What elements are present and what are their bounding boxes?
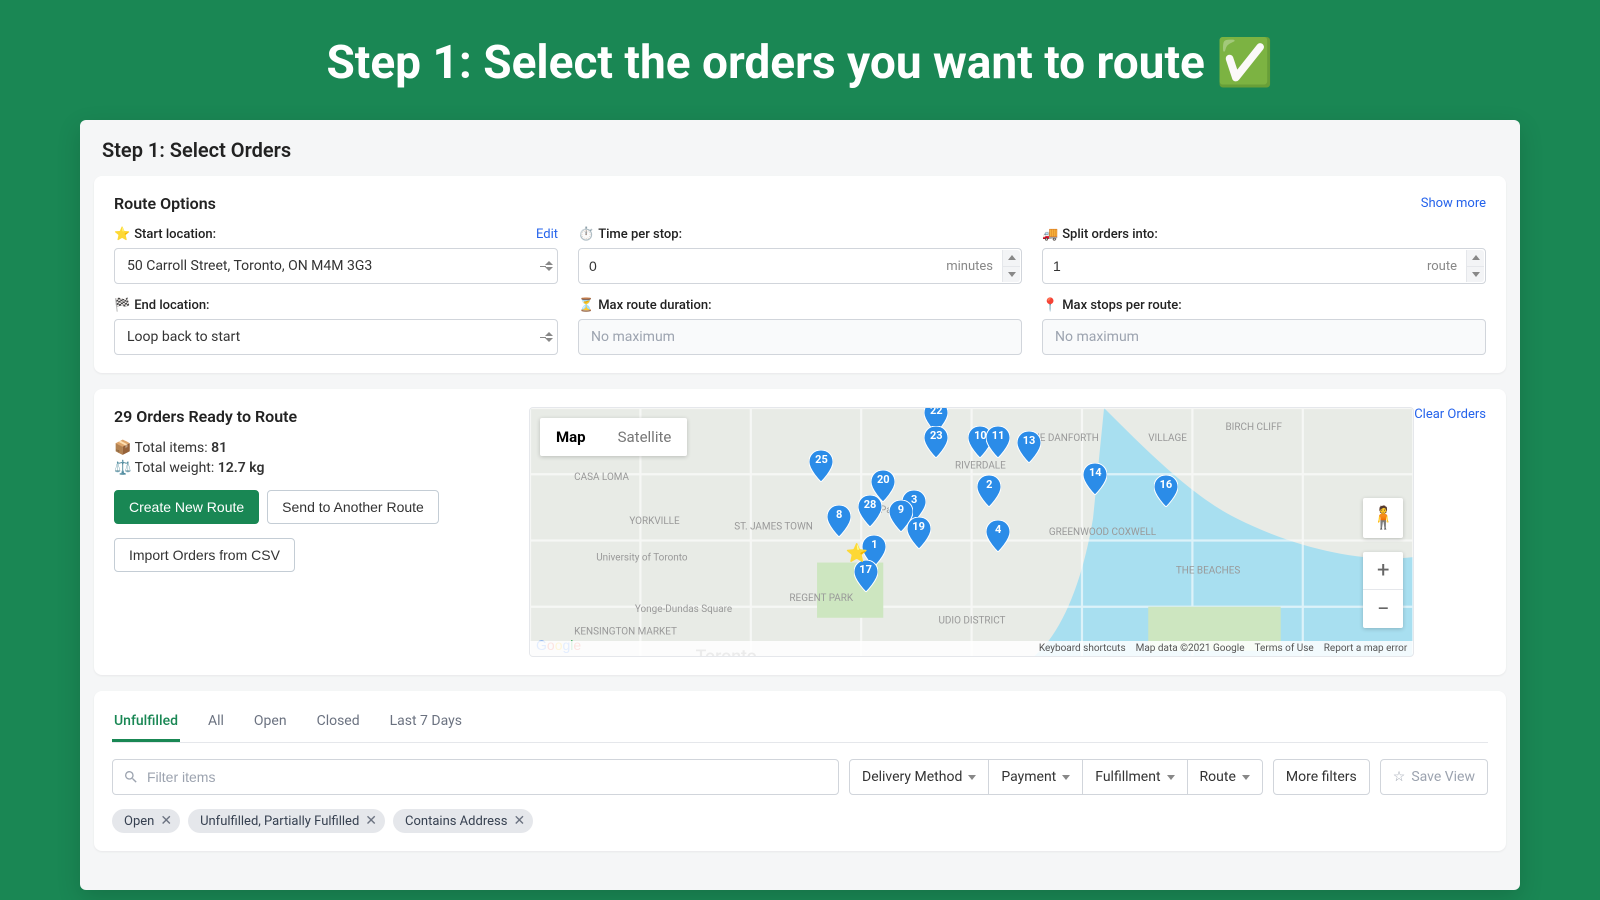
- filter-chip[interactable]: Contains Address ✕: [393, 809, 533, 833]
- map-container[interactable]: Toronto YORKVILLE ST. JAMES TOWN row Par…: [529, 407, 1414, 657]
- filter-dropdown[interactable]: Delivery Method: [849, 759, 989, 795]
- route-options-title: Route Options: [114, 194, 216, 213]
- orders-count-title: 29 Orders Ready to Route: [114, 407, 509, 426]
- show-more-link[interactable]: Show more: [1421, 196, 1486, 211]
- pegman-icon[interactable]: 🧍: [1363, 498, 1403, 538]
- filter-chip[interactable]: Unfulfilled, Partially Fulfilled ✕: [188, 809, 385, 833]
- hero-title: Step 1: Select the orders you want to ro…: [0, 0, 1600, 120]
- svg-text:THE BEACHES: THE BEACHES: [1176, 566, 1241, 577]
- svg-text:University of Toronto: University of Toronto: [596, 552, 688, 563]
- page-title: Step 1: Select Orders: [80, 120, 1520, 176]
- filter-tab[interactable]: Unfulfilled: [112, 703, 180, 742]
- svg-text:YORKVILLE: YORKVILLE: [629, 516, 680, 527]
- map-tab-map[interactable]: Map: [540, 418, 602, 456]
- map-marker[interactable]: 19: [907, 517, 931, 549]
- zoom-in-button[interactable]: +: [1363, 552, 1403, 590]
- map-marker[interactable]: 17: [854, 560, 878, 592]
- start-location-label: ⭐ Start location:Edit: [114, 227, 558, 242]
- orders-card: Clear Orders 29 Orders Ready to Route 📦 …: [94, 389, 1506, 675]
- search-input[interactable]: [112, 759, 839, 795]
- chip-remove-icon[interactable]: ✕: [365, 813, 377, 829]
- map-attribution: Keyboard shortcuts Map data ©2021 Google…: [530, 641, 1413, 656]
- svg-text:UDIO DISTRICT: UDIO DISTRICT: [938, 615, 1005, 626]
- filter-card: Unfulfilled All Open Closed Last 7 Days Deli…: [94, 691, 1506, 851]
- svg-text:Yonge-Dundas Square: Yonge-Dundas Square: [635, 604, 732, 615]
- max-duration-input[interactable]: No maximum: [578, 319, 1022, 355]
- split-orders-input[interactable]: route: [1042, 248, 1486, 284]
- chip-remove-icon[interactable]: ✕: [513, 813, 525, 829]
- svg-text:VILLAGE: VILLAGE: [1148, 433, 1187, 444]
- create-route-button[interactable]: Create New Route: [114, 490, 259, 524]
- filter-tab[interactable]: All: [206, 703, 226, 742]
- stepper-up[interactable]: [1003, 250, 1020, 267]
- import-csv-button[interactable]: Import Orders from CSV: [114, 538, 295, 572]
- stepper-up[interactable]: [1467, 250, 1484, 267]
- svg-text:ST. JAMES TOWN: ST. JAMES TOWN: [734, 521, 813, 532]
- map-marker[interactable]: 4: [986, 520, 1010, 552]
- zoom-out-button[interactable]: −: [1363, 590, 1403, 628]
- split-orders-label: 🚚 Split orders into:: [1042, 227, 1486, 242]
- map-marker[interactable]: 28: [858, 495, 882, 527]
- save-view-button[interactable]: ☆ Save View: [1380, 759, 1488, 795]
- end-location-label: 🏁 End location:: [114, 298, 558, 313]
- end-location-select[interactable]: Loop back to start: [114, 319, 558, 355]
- time-per-stop-label: ⏱️ Time per stop:: [578, 227, 1022, 242]
- svg-text:CASA LOMA: CASA LOMA: [574, 472, 629, 483]
- start-marker-icon: ⭐: [846, 543, 868, 564]
- max-stops-input[interactable]: No maximum: [1042, 319, 1486, 355]
- app-panel: Step 1: Select Orders Route Options Show…: [80, 120, 1520, 890]
- edit-start-location[interactable]: Edit: [536, 227, 558, 242]
- map-marker[interactable]: 16: [1154, 475, 1178, 507]
- filter-dropdown[interactable]: Route: [1187, 759, 1263, 795]
- map-marker[interactable]: 14: [1083, 463, 1107, 495]
- map-marker[interactable]: 8: [827, 505, 851, 537]
- stepper-down[interactable]: [1003, 267, 1020, 283]
- time-per-stop-input[interactable]: minutes: [578, 248, 1022, 284]
- filter-tab[interactable]: Open: [252, 703, 289, 742]
- chip-remove-icon[interactable]: ✕: [160, 813, 172, 829]
- more-filters-button[interactable]: More filters: [1273, 759, 1370, 795]
- map-marker[interactable]: 11: [986, 426, 1010, 458]
- map-marker[interactable]: 2: [977, 475, 1001, 507]
- search-icon: [123, 769, 139, 785]
- max-stops-label: 📍 Max stops per route:: [1042, 298, 1486, 313]
- svg-text:BIRCH CLIFF: BIRCH CLIFF: [1226, 422, 1283, 433]
- send-another-route-button[interactable]: Send to Another Route: [267, 490, 439, 524]
- map-marker[interactable]: 23: [924, 426, 948, 458]
- filter-dropdown[interactable]: Payment: [988, 759, 1083, 795]
- clear-orders-link[interactable]: Clear Orders: [1414, 407, 1486, 422]
- map-tab-satellite[interactable]: Satellite: [602, 418, 688, 456]
- map-marker[interactable]: 13: [1017, 431, 1041, 463]
- filter-dropdown[interactable]: Fulfillment: [1082, 759, 1187, 795]
- stepper-down[interactable]: [1467, 267, 1484, 283]
- svg-text:RIVERDALE: RIVERDALE: [955, 461, 1006, 472]
- max-duration-label: ⏳ Max route duration:: [578, 298, 1022, 313]
- total-weight: ⚖️ Total weight: 12.7 kg: [114, 460, 509, 476]
- svg-text:KENSINGTON MARKET: KENSINGTON MARKET: [574, 626, 677, 637]
- start-location-select[interactable]: 50 Carroll Street, Toronto, ON M4M 3G3: [114, 248, 558, 284]
- svg-text:GREENWOOD COXWELL: GREENWOOD COXWELL: [1049, 527, 1157, 538]
- filter-tab[interactable]: Last 7 Days: [388, 703, 464, 742]
- filter-chip[interactable]: Open ✕: [112, 809, 180, 833]
- map-marker[interactable]: 25: [809, 450, 833, 482]
- total-items: 📦 Total items: 81: [114, 440, 509, 456]
- route-options-card: Route Options Show more ⭐ Start location…: [94, 176, 1506, 373]
- svg-text:REGENT PARK: REGENT PARK: [789, 593, 853, 604]
- filter-tab[interactable]: Closed: [315, 703, 362, 742]
